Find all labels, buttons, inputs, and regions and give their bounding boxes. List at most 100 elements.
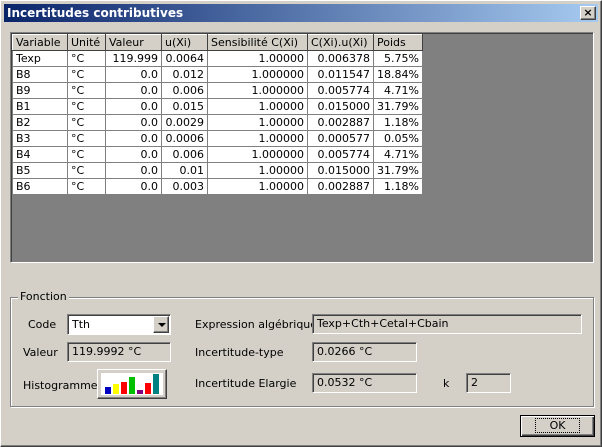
column-header[interactable]: u(Xi)	[161, 34, 208, 51]
table-cell[interactable]: 1.00000	[207, 98, 308, 115]
table-cell[interactable]: B2	[12, 114, 68, 131]
table-cell[interactable]: 0.0064	[161, 50, 208, 67]
table-cell[interactable]: 0.0029	[161, 114, 208, 131]
table-cell[interactable]: 119.999	[105, 50, 162, 67]
table-cell[interactable]: 31.79%	[373, 98, 423, 115]
dialog-window: Incertitudes contributives × Variable Uni…	[0, 0, 602, 447]
table-cell[interactable]: 0.015	[161, 98, 208, 115]
table-cell[interactable]: B9	[12, 82, 68, 99]
table-cell[interactable]: 0.006	[161, 146, 208, 163]
expression-field: Texp+Cth+Cetal+Cbain	[312, 314, 582, 334]
table-cell[interactable]: 0.002887	[307, 114, 374, 131]
table-cell[interactable]: °C	[67, 178, 106, 195]
table-cell[interactable]: B3	[12, 130, 68, 147]
histogram-bar	[145, 383, 151, 394]
k-field: 2	[466, 373, 511, 393]
table-cell[interactable]: 0.0006	[161, 130, 208, 147]
table-row[interactable]: B8 °C 0.0 0.012 1.000000 0.011547 18.84%	[12, 66, 423, 83]
table-cell[interactable]: 4.71%	[373, 82, 423, 99]
histogram-bar	[129, 377, 135, 394]
table-cell[interactable]: B8	[12, 66, 68, 83]
table-cell[interactable]: 4.71%	[373, 146, 423, 163]
table-cell[interactable]: 1.00000	[207, 50, 308, 67]
table-cell[interactable]: 0.005774	[307, 146, 374, 163]
code-select[interactable]: Tth	[67, 314, 171, 335]
histogram-bar	[113, 384, 119, 394]
table-cell[interactable]: 1.00000	[207, 162, 308, 179]
table-cell[interactable]: B5	[12, 162, 68, 179]
table-cell[interactable]: B4	[12, 146, 68, 163]
table-cell[interactable]: 1.000000	[207, 82, 308, 99]
table-cell[interactable]: 1.18%	[373, 114, 423, 131]
table-cell[interactable]: 0.000577	[307, 130, 374, 147]
table-cell[interactable]: 18.84%	[373, 66, 423, 83]
table-row[interactable]: B3 °C 0.0 0.0006 1.00000 0.000577 0.05%	[12, 130, 423, 147]
chevron-down-icon[interactable]	[153, 316, 169, 333]
table-cell[interactable]: B1	[12, 98, 68, 115]
contributions-grid-area[interactable]: Variable Unité Valeur u(Xi) Sensibilité C(Xi…	[10, 32, 594, 263]
table-row[interactable]: B6 °C 0.0 0.003 1.00000 0.002887 1.18%	[12, 178, 423, 195]
table-cell[interactable]: °C	[67, 66, 106, 83]
column-header[interactable]: Unité	[67, 34, 106, 51]
table-cell[interactable]: 0.006378	[307, 50, 374, 67]
column-header[interactable]: Sensibilité C(Xi)	[207, 34, 308, 51]
table-cell[interactable]: °C	[67, 50, 106, 67]
table-cell[interactable]: °C	[67, 146, 106, 163]
table-cell[interactable]: 1.00000	[207, 178, 308, 195]
table-cell[interactable]: Texp	[12, 50, 68, 67]
table-cell[interactable]: 0.012	[161, 66, 208, 83]
table-cell[interactable]: B6	[12, 178, 68, 195]
contributions-table[interactable]: Variable Unité Valeur u(Xi) Sensibilité C(Xi…	[12, 34, 423, 195]
table-cell[interactable]: 0.0	[105, 162, 162, 179]
histogram-bar	[137, 390, 143, 394]
table-cell[interactable]: °C	[67, 162, 106, 179]
table-cell[interactable]: 5.75%	[373, 50, 423, 67]
table-row[interactable]: B1 °C 0.0 0.015 1.00000 0.015000 31.79%	[12, 98, 423, 115]
table-row[interactable]: Texp °C 119.999 0.0064 1.00000 0.006378 5.75%	[12, 50, 423, 67]
table-cell[interactable]: 0.01	[161, 162, 208, 179]
k-label: k	[443, 377, 450, 390]
table-cell[interactable]: 1.00000	[207, 114, 308, 131]
table-cell[interactable]: °C	[67, 114, 106, 131]
table-header-row: Variable Unité Valeur u(Xi) Sensibilité C(Xi…	[12, 34, 423, 51]
table-cell[interactable]: 0.002887	[307, 178, 374, 195]
code-select-value: Tth	[72, 318, 91, 331]
table-cell[interactable]: °C	[67, 130, 106, 147]
expression-label: Expression algébrique	[195, 318, 318, 331]
column-header[interactable]: Valeur	[105, 34, 162, 51]
table-row[interactable]: B9 °C 0.0 0.006 1.000000 0.005774 4.71%	[12, 82, 423, 99]
table-cell[interactable]: °C	[67, 82, 106, 99]
table-cell[interactable]: 0.011547	[307, 66, 374, 83]
histogram-bar	[153, 374, 159, 394]
table-cell[interactable]: 0.0	[105, 114, 162, 131]
table-row[interactable]: B2 °C 0.0 0.0029 1.00000 0.002887 1.18%	[12, 114, 423, 131]
table-cell[interactable]: 0.0	[105, 82, 162, 99]
table-cell[interactable]: 0.005774	[307, 82, 374, 99]
table-cell[interactable]: 1.00000	[207, 130, 308, 147]
column-header[interactable]: C(Xi).u(Xi)	[307, 34, 374, 51]
table-cell[interactable]: 0.006	[161, 82, 208, 99]
table-cell[interactable]: 0.0	[105, 66, 162, 83]
column-header[interactable]: Poids	[373, 34, 423, 51]
column-header[interactable]: Variable	[12, 34, 68, 51]
table-cell[interactable]: 0.05%	[373, 130, 423, 147]
table-cell[interactable]: 0.0	[105, 98, 162, 115]
table-cell[interactable]: 0.0	[105, 130, 162, 147]
table-row[interactable]: B5 °C 0.0 0.01 1.00000 0.015000 31.79%	[12, 162, 423, 179]
ok-button[interactable]: OK	[520, 415, 595, 437]
table-cell[interactable]: 31.79%	[373, 162, 423, 179]
table-cell[interactable]: 0.015000	[307, 98, 374, 115]
table-cell[interactable]: 0.003	[161, 178, 208, 195]
table-cell[interactable]: 0.0	[105, 178, 162, 195]
table-cell[interactable]: 0.015000	[307, 162, 374, 179]
histogram-bar	[105, 387, 111, 394]
table-cell[interactable]: 1.000000	[207, 66, 308, 83]
table-cell[interactable]: 0.0	[105, 146, 162, 163]
close-button[interactable]: ×	[580, 6, 596, 20]
table-cell[interactable]: 1.18%	[373, 178, 423, 195]
table-row[interactable]: B4 °C 0.0 0.006 1.000000 0.005774 4.71%	[12, 146, 423, 163]
table-cell[interactable]: 1.000000	[207, 146, 308, 163]
histogram-button[interactable]	[97, 369, 167, 399]
table-cell[interactable]: °C	[67, 98, 106, 115]
histogramme-label: Histogramme	[23, 379, 98, 392]
